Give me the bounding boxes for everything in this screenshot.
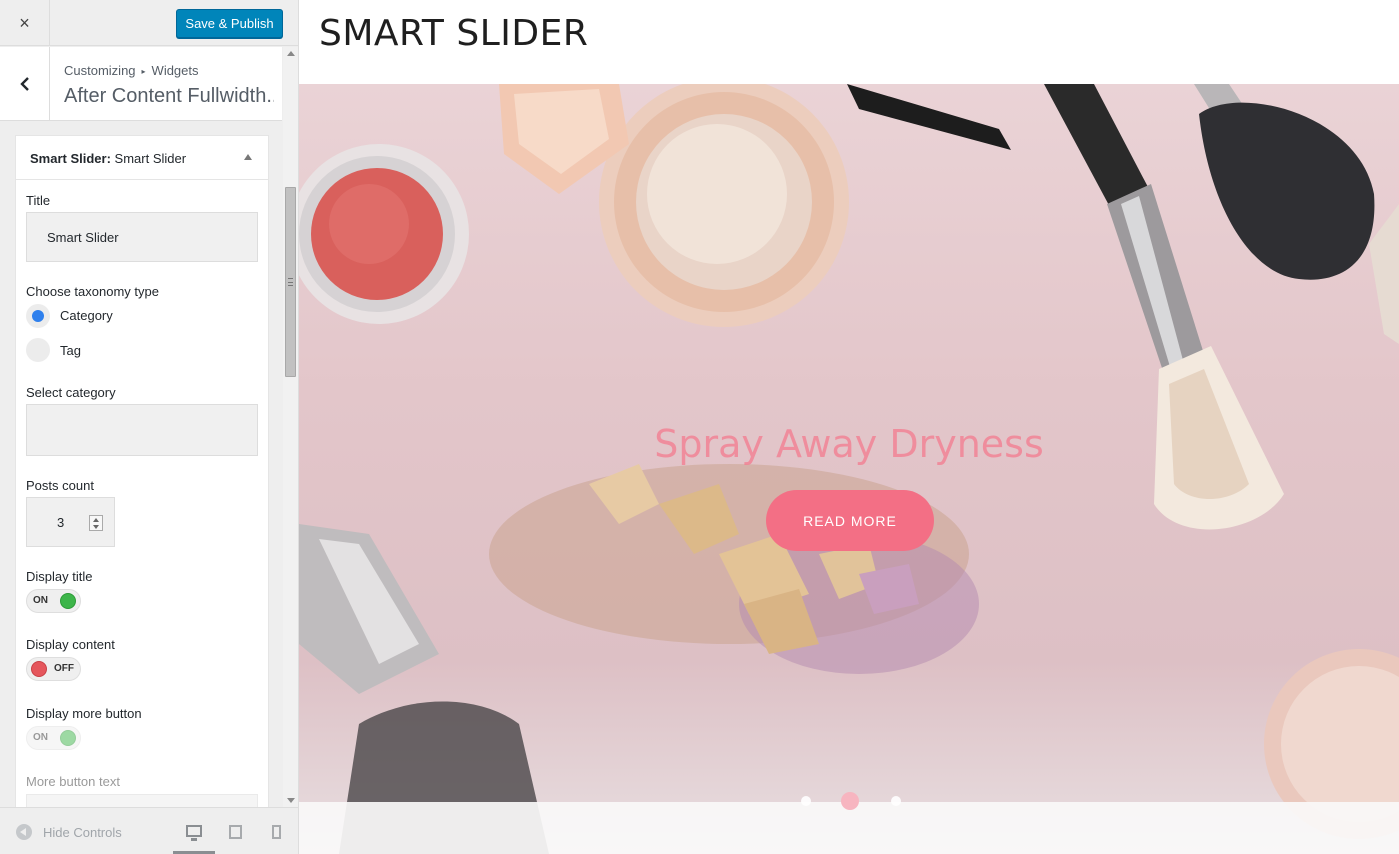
hide-controls-label: Hide Controls [43,824,122,840]
hide-controls-button[interactable]: Hide Controls [16,824,122,840]
tag-radio[interactable] [26,338,50,362]
slider-dot-3[interactable] [891,796,901,806]
display-content-label: Display content [26,637,115,652]
tablet-icon[interactable] [229,825,242,839]
slider-hero: Spray Away Dryness READ MORE [299,84,1399,854]
display-more-button-toggle[interactable]: ON [26,726,81,750]
breadcrumb-section: Widgets [151,63,199,78]
select-category-label: Select category [26,385,116,400]
scrollbar-thumb[interactable] [285,187,296,377]
collapse-arrow-icon[interactable] [244,154,252,160]
display-title-toggle[interactable]: ON [26,589,81,613]
mobile-icon[interactable] [272,825,281,839]
sidebar-scrollbar[interactable] [283,47,298,807]
scroll-up-arrow-icon[interactable] [287,51,295,56]
back-button[interactable] [0,47,50,121]
display-more-button-label: Display more button [26,706,142,721]
close-customizer-button[interactable]: × [0,0,50,46]
widget-header-title: Smart Slider: Smart Slider [30,151,186,166]
smart-slider-widget: Smart Slider: Smart Slider Title Smart S… [15,135,269,815]
toggle-knob [60,593,76,609]
toggle-state-text: ON [33,732,48,743]
widget-instance-name: Smart Slider [110,151,187,166]
decrement-arrow-icon[interactable] [93,525,99,529]
posts-count-stepper[interactable]: 3 [26,497,115,547]
slider-dot-2[interactable] [841,792,859,810]
grip-icon [288,278,293,286]
title-input[interactable]: Smart Slider [26,212,258,262]
save-publish-button[interactable]: Save & Publish [176,9,283,38]
display-title-label: Display title [26,569,93,584]
title-label: Title [26,193,51,208]
site-header: SMART SLIDER [299,0,1399,84]
toggle-state-text: ON [33,595,48,606]
site-preview: SMART SLIDER Spray Away Dryness READ MOR… [299,0,1399,854]
read-more-button[interactable]: READ MORE [766,490,934,551]
panel-header: Customizing ▸ Widgets After Content Fullwi… [0,47,282,121]
breadcrumb-separator-icon: ▸ [141,67,146,76]
posts-count-label: Posts count [26,478,94,493]
slider-dot-1[interactable] [801,796,811,806]
category-radio-label: Category [60,308,113,323]
panel-title: After Content Fullwidth... [64,85,274,107]
widget-type: Smart Slider: [30,151,111,166]
toggle-state-text: OFF [54,663,74,674]
tag-radio-label: Tag [60,343,81,358]
chevron-left-icon [19,77,29,91]
customizer-sidebar: × Save & Publish Customizing ▸ Widgets Aft… [0,0,299,854]
widget-header[interactable]: Smart Slider: Smart Slider [16,136,268,180]
category-select[interactable] [26,404,258,456]
spinner-arrows-icon[interactable] [89,515,103,531]
more-button-text-label: More button text [26,774,120,789]
close-icon: × [19,12,30,33]
makeup-background-image [299,84,1399,854]
toggle-knob [60,730,76,746]
posts-count-value: 3 [57,515,65,530]
desktop-icon[interactable] [186,825,202,841]
customizer-topbar: × Save & Publish [0,0,298,46]
category-radio[interactable] [26,304,50,328]
taxonomy-label: Choose taxonomy type [26,284,159,299]
breadcrumb-root: Customizing [64,63,136,78]
scroll-down-arrow-icon[interactable] [287,798,295,803]
display-content-toggle[interactable]: OFF [26,657,81,681]
increment-arrow-icon[interactable] [93,518,99,522]
site-title[interactable]: SMART SLIDER [319,13,588,54]
slide-title: Spray Away Dryness [654,422,1044,466]
toggle-knob [31,661,47,677]
breadcrumb: Customizing ▸ Widgets [64,63,199,78]
customizer-footer: Hide Controls [0,807,298,854]
collapse-sidebar-icon [16,824,32,840]
